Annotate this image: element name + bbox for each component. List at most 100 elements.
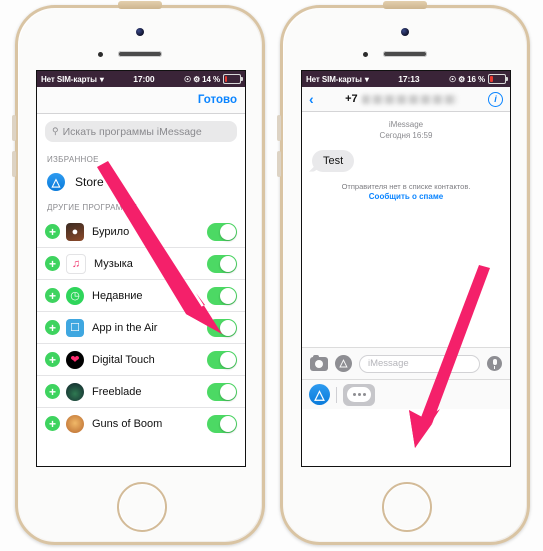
message-bubble-incoming[interactable]: Test <box>312 149 355 172</box>
plus-icon[interactable]: + <box>45 224 60 239</box>
conversation-body: iMessage Сегодня 16:59 Test Отправителя … <box>302 112 510 409</box>
search-icon: ⚲ <box>52 126 59 136</box>
done-button[interactable]: Готово <box>198 94 237 106</box>
app-store-icon: △ <box>47 173 65 191</box>
app-toggle[interactable] <box>207 318 237 337</box>
home-button[interactable] <box>382 482 432 532</box>
status-carrier-group: Нет SIM-карты ▾ <box>306 75 369 84</box>
spam-notice-text: Отправителя нет в списке контактов. <box>341 181 471 191</box>
battery-icon <box>488 74 508 84</box>
recents-icon: ◷ <box>66 286 84 305</box>
carrier-label: Нет SIM-карты <box>306 74 362 84</box>
app-name-label: Guns of Boom <box>92 417 163 430</box>
camera-icon[interactable] <box>310 354 328 371</box>
table-row[interactable]: + Guns of Boom <box>37 408 245 439</box>
plus-icon[interactable]: + <box>45 320 60 335</box>
left-phone-screen: Нет SIM-карты ▾ 17:00 ☉ ⚙ 14 % Готово ⚲ … <box>36 70 246 467</box>
digital-touch-icon: ❤ <box>66 350 84 369</box>
dock-divider <box>336 386 337 403</box>
plus-icon[interactable]: + <box>45 256 60 271</box>
conversation-nav-bar: ‹ +7 i <box>302 87 510 112</box>
app-name-label: Музыка <box>94 257 133 270</box>
plus-icon[interactable]: + <box>45 384 60 399</box>
status-clock: 17:00 <box>133 74 155 84</box>
message-row: Test <box>302 142 510 172</box>
burilo-icon: ● <box>66 222 84 241</box>
message-input-bar: △ iMessage <box>302 347 510 379</box>
section-header-other-apps: ДРУГИЕ ПРОГРАММЫ <box>37 196 245 216</box>
back-chevron-icon[interactable]: ‹ <box>309 92 314 106</box>
app-name-label: App in the Air <box>92 321 158 334</box>
message-timestamp: Сегодня 16:59 <box>379 130 433 140</box>
screenshot-stage: Нет SIM-карты ▾ 17:00 ☉ ⚙ 14 % Готово ⚲ … <box>0 0 543 551</box>
message-input-placeholder: iMessage <box>368 358 409 369</box>
battery-icon <box>223 74 243 84</box>
search-placeholder: Искать программы iMessage <box>62 125 202 138</box>
report-spam-link[interactable]: Сообщить о спаме <box>302 192 510 201</box>
music-icon: ♫ <box>66 253 86 274</box>
volume-down-button[interactable] <box>12 151 16 177</box>
plus-icon[interactable]: + <box>45 352 60 367</box>
info-icon[interactable]: i <box>488 91 503 107</box>
right-status-bar: Нет SIM-карты ▾ 17:13 ☉ ⚙ 16 % <box>302 71 510 87</box>
imessage-app-dock: △ <box>302 379 510 409</box>
earpiece-speaker <box>383 51 427 57</box>
list-item-store[interactable]: △ Store <box>37 168 245 196</box>
status-indicators-group: ☉ ⚙ 16 % <box>449 74 508 84</box>
right-iphone-device: Нет SIM-карты ▾ 17:13 ☉ ⚙ 16 % ‹ +7 i iM… <box>277 1 530 545</box>
phone-number-redacted <box>361 94 457 104</box>
alarm-icon: ☉ <box>184 74 192 84</box>
guns-of-boom-icon <box>66 414 84 433</box>
proximity-sensor <box>363 52 368 57</box>
battery-percent-label: 14 % <box>202 74 220 84</box>
app-toggle[interactable] <box>207 382 237 401</box>
spam-notice-block: Отправителя нет в списке контактов. Сооб… <box>302 182 510 201</box>
message-service-label: iMessage <box>388 120 424 129</box>
app-in-the-air-icon: ☐ <box>66 318 84 337</box>
freeblade-icon <box>66 382 84 401</box>
section-header-favorites: ИЗБРАННОЕ <box>37 148 245 168</box>
drawer-nav-bar: Готово <box>37 87 245 114</box>
status-clock: 17:13 <box>398 74 420 84</box>
device-top-antenna <box>118 1 162 9</box>
device-top-antenna <box>383 1 427 9</box>
volume-up-button[interactable] <box>12 115 16 141</box>
table-row[interactable]: + ◷ Недавние <box>37 280 245 312</box>
search-input[interactable]: ⚲ Искать программы iMessage <box>45 121 237 142</box>
earpiece-speaker <box>118 51 162 57</box>
table-row[interactable]: + ❤ Digital Touch <box>37 344 245 376</box>
app-toggle[interactable] <box>207 350 237 369</box>
bluetooth-icon: ⚙ <box>193 74 201 84</box>
status-indicators-group: ☉ ⚙ 14 % <box>184 74 243 84</box>
left-iphone-device: Нет SIM-карты ▾ 17:00 ☉ ⚙ 14 % Готово ⚲ … <box>12 1 265 545</box>
plus-icon[interactable]: + <box>45 416 60 431</box>
app-store-icon[interactable]: △ <box>335 355 352 372</box>
microphone-icon[interactable] <box>487 356 502 371</box>
plus-icon[interactable]: + <box>45 288 60 303</box>
right-phone-screen: Нет SIM-карты ▾ 17:13 ☉ ⚙ 16 % ‹ +7 i iM… <box>301 70 511 467</box>
left-status-bar: Нет SIM-карты ▾ 17:00 ☉ ⚙ 14 % <box>37 71 245 87</box>
ellipsis-icon[interactable] <box>343 383 375 406</box>
store-label: Store <box>75 175 104 189</box>
phone-number-prefix: +7 <box>345 93 358 105</box>
conversation-title[interactable]: +7 <box>318 93 484 105</box>
home-button[interactable] <box>117 482 167 532</box>
app-toggle-recents[interactable] <box>207 286 237 305</box>
proximity-sensor <box>98 52 103 57</box>
volume-down-button[interactable] <box>277 151 281 177</box>
table-row[interactable]: + ♫ Музыка <box>37 248 245 280</box>
table-row[interactable]: + ● Бурило <box>37 216 245 248</box>
app-name-label: Недавние <box>92 289 143 302</box>
app-toggle[interactable] <box>207 414 237 433</box>
message-input[interactable]: iMessage <box>359 354 480 373</box>
table-row[interactable]: + Freeblade <box>37 376 245 408</box>
volume-up-button[interactable] <box>277 115 281 141</box>
app-store-icon[interactable]: △ <box>309 384 330 405</box>
table-row[interactable]: + ☐ App in the Air <box>37 312 245 344</box>
app-toggle[interactable] <box>207 254 237 273</box>
status-carrier-group: Нет SIM-карты ▾ <box>41 75 104 84</box>
carrier-label: Нет SIM-карты <box>41 74 97 84</box>
app-toggle[interactable] <box>207 222 237 241</box>
app-name-label: Freeblade <box>92 385 142 398</box>
app-name-label: Бурило <box>92 225 130 238</box>
